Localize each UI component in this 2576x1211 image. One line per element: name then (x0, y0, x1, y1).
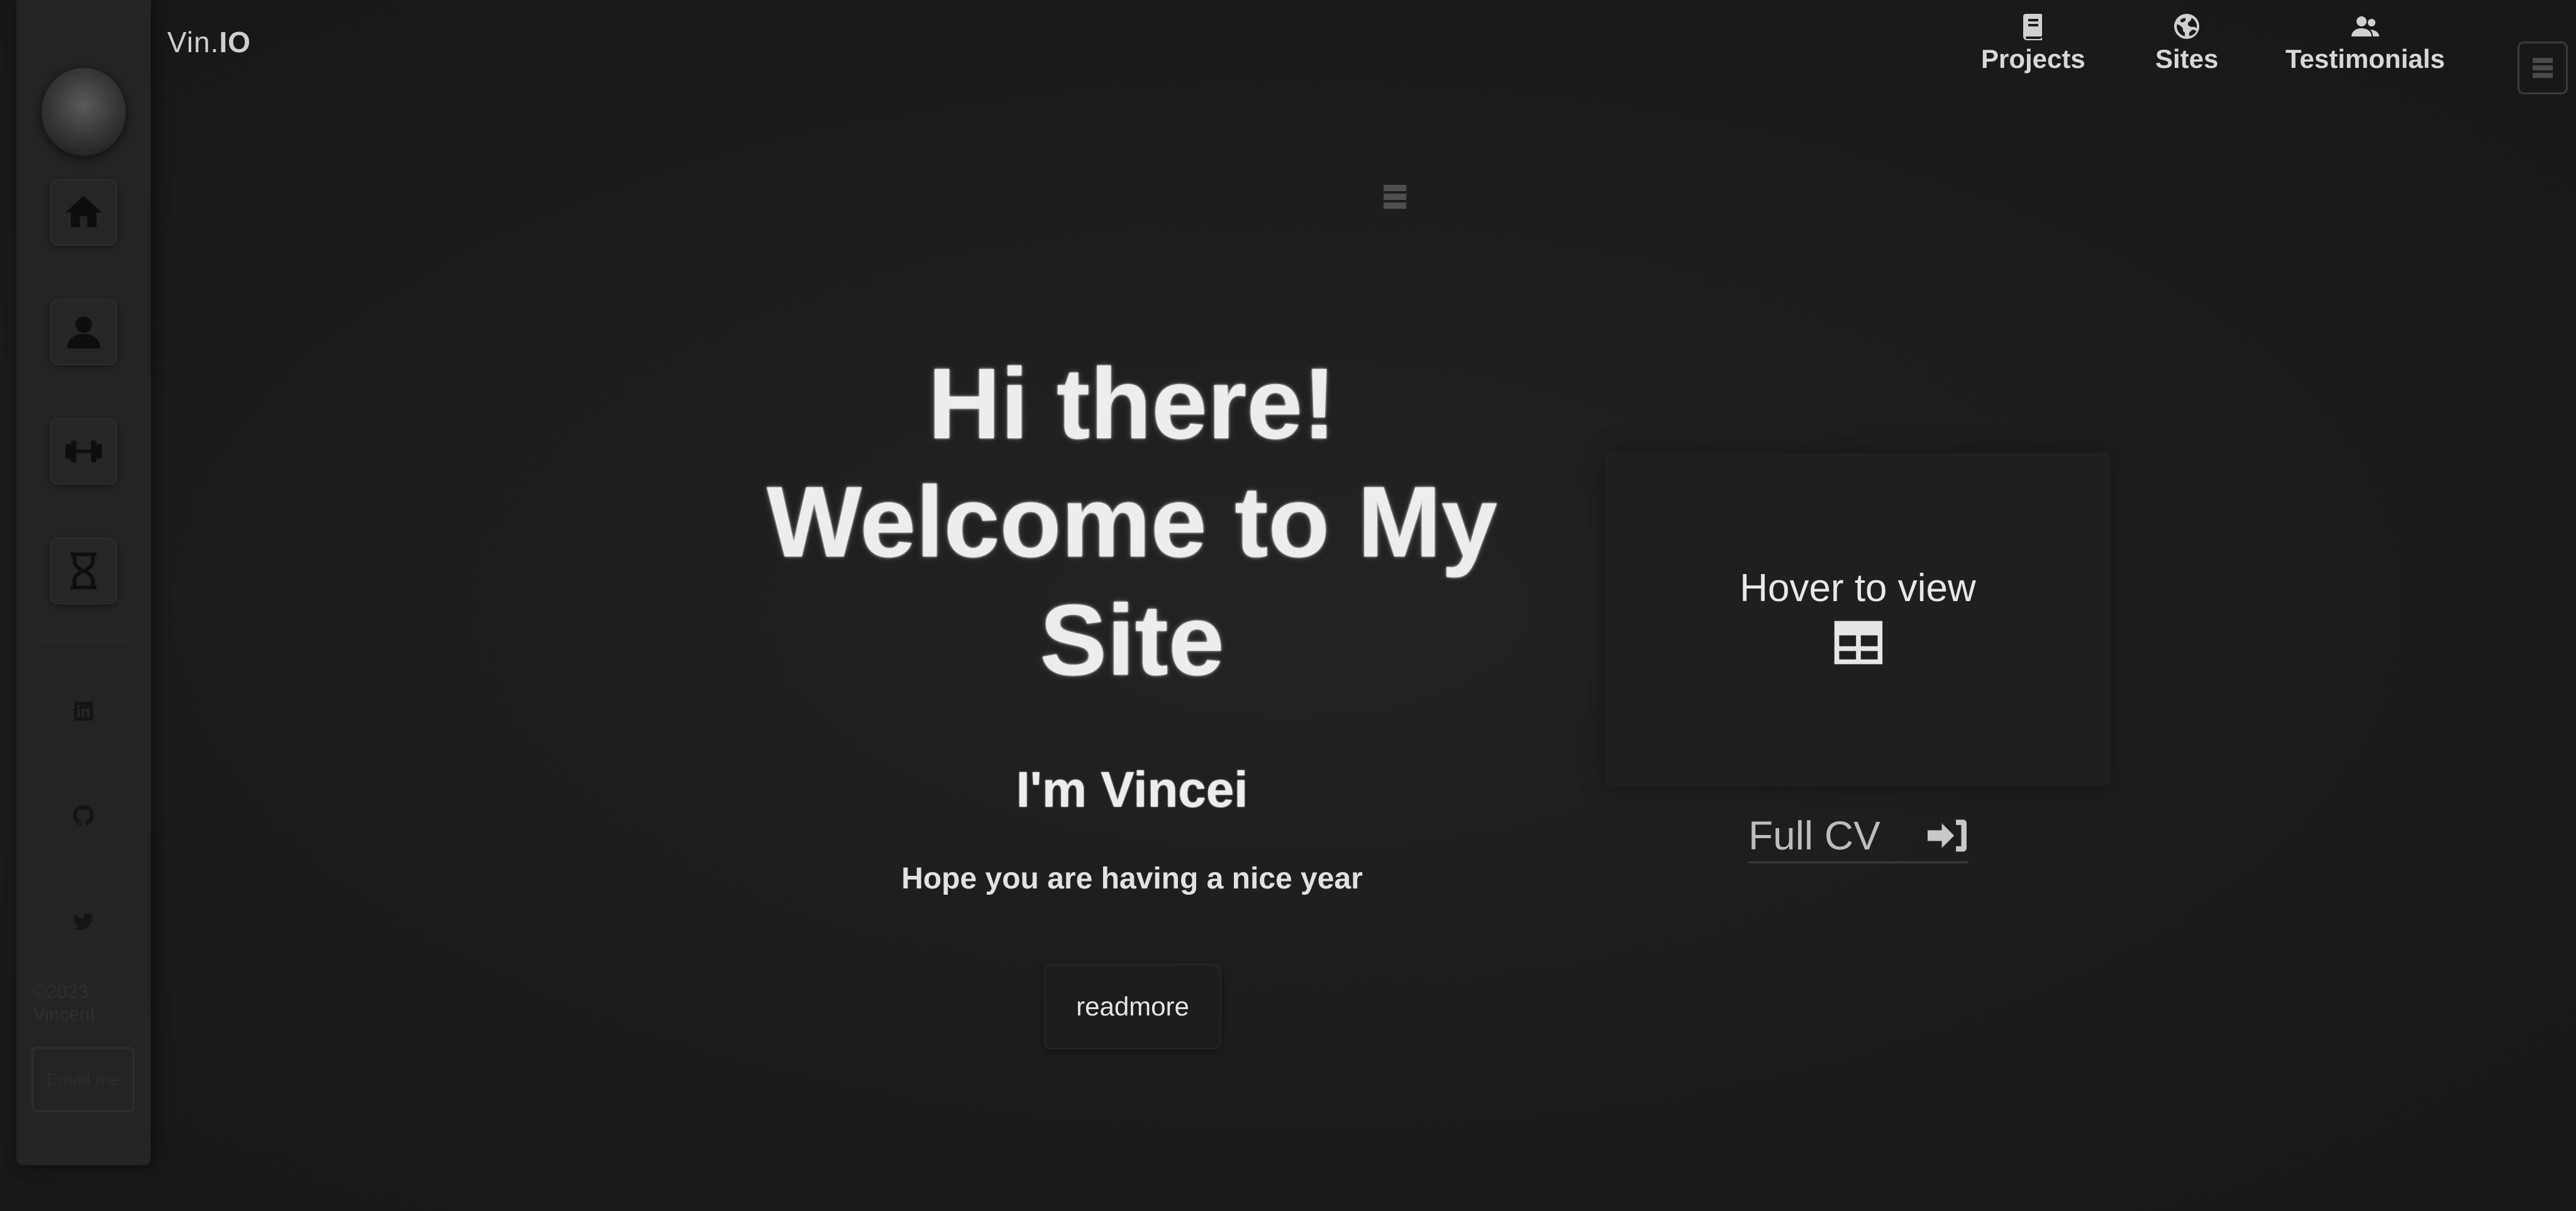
brand-suffix: IO (219, 26, 251, 58)
menu-toggle-button[interactable] (2518, 41, 2568, 94)
hero-title: Hi there! Welcome to My Site (767, 347, 1497, 696)
brand-logo[interactable]: Vin.IO (167, 25, 251, 59)
sidebar-about-button[interactable] (50, 299, 117, 365)
nav-testimonials[interactable]: Testimonials (2285, 11, 2445, 74)
full-cv-link[interactable]: Full CV (1748, 810, 1968, 863)
nav-projects[interactable]: Projects (1981, 11, 2085, 74)
linkedin-link[interactable] (70, 698, 97, 724)
hero-name: I'm Vincei (1016, 761, 1248, 817)
nav-sites-label: Sites (2155, 44, 2219, 74)
avatar[interactable] (42, 68, 126, 156)
globe-icon (2174, 14, 2200, 39)
hamburger-icon (2533, 58, 2553, 78)
user-icon (67, 316, 101, 349)
hero-subtitle: Hope you are having a nice year (901, 862, 1363, 895)
twitter-link[interactable] (70, 909, 97, 935)
sidebar-timeline-button[interactable] (50, 538, 117, 604)
book-icon (2023, 14, 2042, 40)
full-cv-label: Full CV (1748, 813, 1880, 858)
brand-prefix: Vin. (167, 26, 219, 58)
nav-sites[interactable]: Sites (2155, 11, 2218, 74)
github-link[interactable] (70, 802, 97, 829)
linkedin-icon (74, 702, 93, 721)
sidebar-home-button[interactable] (50, 179, 117, 246)
hamburger-icon (1384, 185, 1406, 209)
github-icon (73, 805, 94, 826)
nav-testimonials-label: Testimonials (2285, 44, 2445, 74)
sign-in-icon (1928, 819, 1967, 852)
sidebar: ©2023 Vincent Email me (16, 0, 151, 1165)
hourglass-icon (70, 552, 97, 590)
sidebar-skills-button[interactable] (50, 418, 117, 485)
center-menu-button[interactable] (1377, 181, 1413, 213)
users-icon (2351, 16, 2379, 36)
contact-button[interactable]: Email me (31, 1047, 135, 1112)
sidebar-divider (35, 641, 132, 643)
nav-projects-label: Projects (1981, 44, 2085, 74)
table-icon (1829, 616, 1888, 669)
readmore-button[interactable]: readmore (1045, 965, 1220, 1048)
preview-label: Hover to view (1740, 567, 1976, 610)
dumbbell-icon (65, 440, 103, 463)
twitter-icon (73, 913, 94, 931)
copyright-text: ©2023 Vincent (33, 982, 96, 1025)
home-icon (65, 196, 103, 228)
